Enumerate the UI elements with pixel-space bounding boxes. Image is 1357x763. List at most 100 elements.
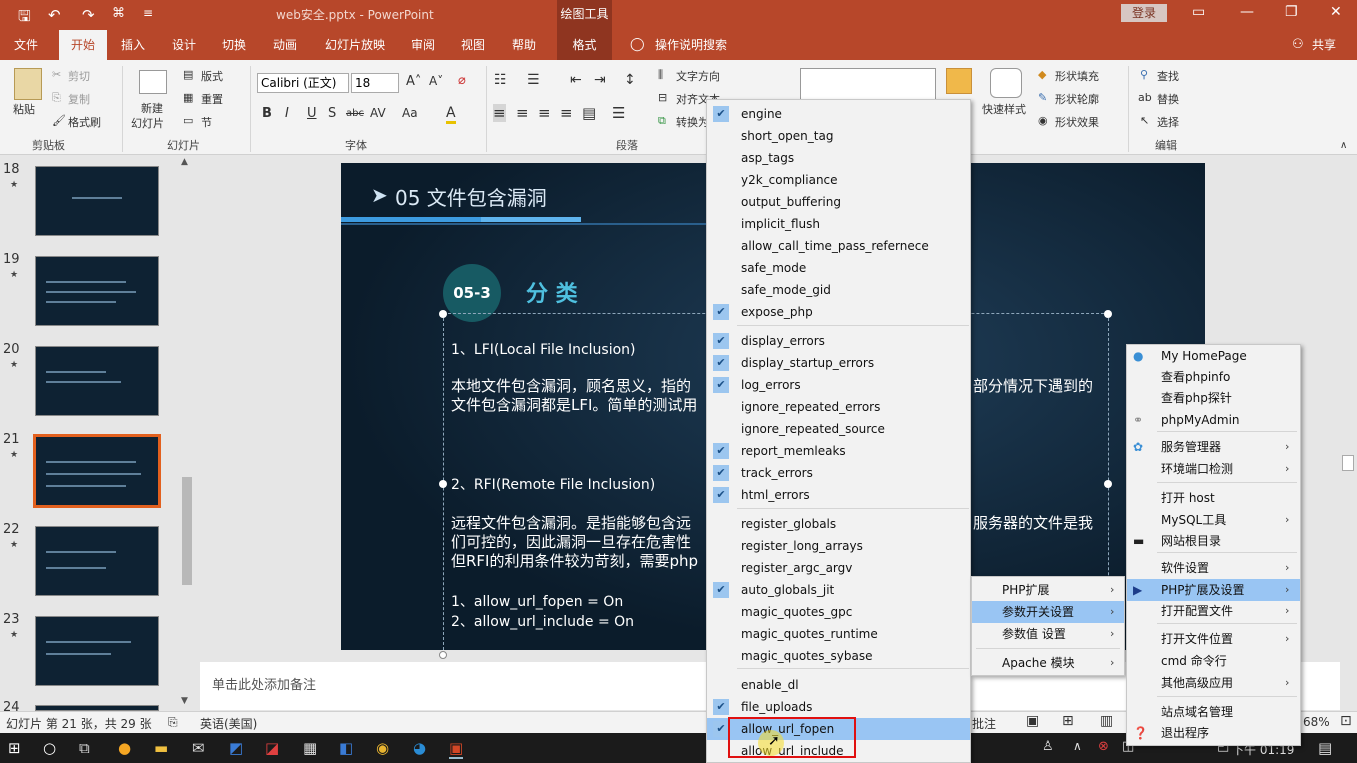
tray-expand-icon[interactable]: ∧ bbox=[1073, 739, 1082, 753]
menu-item-magic-quotes-sybase[interactable]: magic_quotes_sybase bbox=[707, 645, 970, 667]
slide-thumbnail[interactable] bbox=[35, 166, 159, 236]
tray-menu-item[interactable]: ▶ PHP扩展及设置 › bbox=[1127, 579, 1300, 601]
canvas-scrollbar[interactable] bbox=[1340, 155, 1357, 711]
normal-view-icon[interactable]: ▣ bbox=[1026, 713, 1039, 729]
menu-item-track-errors[interactable]: ✔ track_errors bbox=[707, 462, 970, 484]
resize-handle[interactable] bbox=[439, 310, 447, 318]
tab-slideshow[interactable]: 幻灯片放映 bbox=[325, 30, 385, 60]
chrome-icon[interactable]: ◉ bbox=[376, 739, 389, 757]
menu-item-allow-call-time-pass-refernece[interactable]: allow_call_time_pass_refernece bbox=[707, 235, 970, 257]
submenu-item[interactable]: 参数值 设置 › bbox=[972, 623, 1124, 645]
columns-icon[interactable]: ☰ bbox=[612, 104, 625, 122]
tab-insert[interactable]: 插入 bbox=[121, 30, 145, 60]
mail-icon[interactable]: ✉ bbox=[192, 739, 205, 757]
menu-item-asp-tags[interactable]: asp_tags bbox=[707, 147, 970, 169]
redo-icon[interactable]: ↷ bbox=[82, 6, 95, 24]
scrollbar-thumb[interactable] bbox=[1342, 455, 1354, 471]
submenu-item[interactable]: Apache 模块 › bbox=[972, 652, 1124, 674]
menu-item-auto-globals-jit[interactable]: ✔ auto_globals_jit bbox=[707, 579, 970, 601]
tab-view[interactable]: 视图 bbox=[461, 30, 485, 60]
menu-item-enable-dl[interactable]: enable_dl bbox=[707, 674, 970, 696]
align-center-icon[interactable]: ≡ bbox=[516, 104, 529, 122]
tray-menu-item[interactable]: MySQL工具 › bbox=[1127, 509, 1300, 531]
sorter-view-icon[interactable]: ⊞ bbox=[1062, 713, 1074, 729]
language-indicator[interactable]: 英语(美国) bbox=[200, 715, 257, 732]
paste-button[interactable]: 粘贴 bbox=[13, 101, 35, 117]
tab-design[interactable]: 设计 bbox=[172, 30, 196, 60]
format-painter-button[interactable]: 格式刷 bbox=[68, 114, 101, 130]
powerpoint-taskbar-icon[interactable]: ▣ bbox=[449, 739, 464, 759]
indent-decrease-icon[interactable]: ⇤ bbox=[570, 72, 582, 88]
app-icon[interactable]: ◩ bbox=[229, 739, 243, 757]
menu-item-magic-quotes-gpc[interactable]: magic_quotes_gpc bbox=[707, 601, 970, 623]
spacing-icon[interactable]: AV bbox=[370, 106, 386, 120]
share-button[interactable]: 共享 bbox=[1312, 30, 1336, 60]
menu-item-register-globals[interactable]: register_globals bbox=[707, 513, 970, 535]
menu-item-report-memleaks[interactable]: ✔ report_memleaks bbox=[707, 440, 970, 462]
tray-menu-item[interactable]: ● My HomePage bbox=[1127, 345, 1300, 367]
tray-menu-item[interactable]: ✿ 服务管理器 › bbox=[1127, 436, 1300, 458]
tray-menu-item[interactable]: 打开 host bbox=[1127, 487, 1300, 509]
new-slide-label[interactable]: 新建 bbox=[141, 100, 163, 116]
bullets-icon[interactable]: ☷ bbox=[494, 72, 507, 88]
tray-menu-item[interactable]: 打开文件位置 › bbox=[1127, 628, 1300, 650]
new-slide-button[interactable]: 幻灯片 bbox=[131, 115, 164, 131]
menu-item-register-argc-argv[interactable]: register_argc_argv bbox=[707, 557, 970, 579]
close-icon[interactable]: ✕ bbox=[1330, 4, 1342, 20]
file-explorer-icon[interactable]: ▬ bbox=[154, 739, 168, 757]
menu-item-safe-mode-gid[interactable]: safe_mode_gid bbox=[707, 279, 970, 301]
find-button[interactable]: 查找 bbox=[1157, 68, 1179, 84]
clear-format-icon[interactable]: ⌀ bbox=[458, 73, 466, 88]
reset-button[interactable]: 重置 bbox=[201, 91, 223, 107]
resize-handle[interactable] bbox=[1104, 480, 1112, 488]
slide-thumbnail[interactable] bbox=[35, 256, 159, 326]
menu-item-file-uploads[interactable]: ✔ file_uploads bbox=[707, 696, 970, 718]
italic-icon[interactable]: I bbox=[285, 106, 289, 121]
submenu-item[interactable]: PHP扩展 › bbox=[972, 579, 1124, 601]
comments-button[interactable]: 批注 bbox=[972, 715, 996, 732]
tray-menu-item[interactable]: 打开配置文件 › bbox=[1127, 600, 1300, 622]
menu-item-safe-mode[interactable]: safe_mode bbox=[707, 257, 970, 279]
tray-menu-item[interactable]: ❓ 退出程序 bbox=[1127, 722, 1300, 744]
section-button[interactable]: 节 bbox=[201, 114, 212, 130]
calculator-icon[interactable]: ▦ bbox=[303, 739, 317, 757]
tab-file[interactable]: 文件 bbox=[14, 30, 38, 60]
menu-item-display-errors[interactable]: ✔ display_errors bbox=[707, 330, 970, 352]
quick-styles-icon[interactable] bbox=[990, 68, 1022, 98]
customize-qat-icon[interactable]: ≡ bbox=[143, 6, 153, 20]
numbering-icon[interactable]: ☰ bbox=[527, 72, 540, 88]
shrink-font-icon[interactable]: A˅ bbox=[429, 74, 443, 88]
tray-menu-item[interactable]: 查看phpinfo bbox=[1127, 366, 1300, 388]
login-button[interactable]: 登录 bbox=[1121, 4, 1167, 22]
resize-handle[interactable] bbox=[439, 480, 447, 488]
new-slide-icon[interactable] bbox=[139, 70, 167, 94]
shape-fill-button[interactable]: 形状填充 bbox=[1055, 68, 1099, 84]
menu-item-html-errors[interactable]: ✔ html_errors bbox=[707, 484, 970, 506]
font-name-select[interactable]: Calibri (正文) bbox=[257, 73, 349, 93]
save-icon[interactable]: 🖫 bbox=[18, 6, 31, 31]
restore-icon[interactable]: ❐ bbox=[1285, 4, 1298, 20]
undo-icon[interactable]: ↶ bbox=[48, 6, 61, 24]
tab-review[interactable]: 审阅 bbox=[411, 30, 435, 60]
tab-home[interactable]: 开始 bbox=[59, 30, 107, 60]
reading-view-icon[interactable]: ▥ bbox=[1100, 713, 1113, 729]
cortana-icon[interactable]: ○ bbox=[43, 739, 56, 757]
fit-slide-icon[interactable]: ⊡ bbox=[1340, 713, 1352, 729]
tab-format[interactable]: 格式 bbox=[557, 30, 612, 60]
tab-help[interactable]: 帮助 bbox=[512, 30, 536, 60]
font-color-icon[interactable]: A bbox=[446, 105, 456, 124]
collapse-ribbon-icon[interactable]: ∧ bbox=[1340, 140, 1347, 151]
slide-thumbnail[interactable] bbox=[35, 616, 159, 686]
tray-menu-item[interactable]: ▬ 网站根目录 bbox=[1127, 530, 1300, 552]
font-size-select[interactable]: 18 bbox=[351, 73, 399, 93]
justify-icon[interactable]: ≡ bbox=[560, 104, 573, 122]
tray-app-icon[interactable]: ⊗ bbox=[1098, 739, 1109, 754]
menu-item-ignore-repeated-source[interactable]: ignore_repeated_source bbox=[707, 418, 970, 440]
app-icon[interactable]: ◪ bbox=[265, 739, 279, 757]
cut-button[interactable]: 剪切 bbox=[68, 68, 90, 84]
tray-menu-item[interactable]: 软件设置 › bbox=[1127, 557, 1300, 579]
minimize-icon[interactable]: — bbox=[1240, 4, 1254, 20]
slide-thumbnail[interactable] bbox=[35, 526, 159, 596]
tell-me-search[interactable]: 操作说明搜索 bbox=[655, 30, 727, 60]
thumbnail-scrollbar[interactable]: ▲ ▼ bbox=[180, 155, 194, 711]
